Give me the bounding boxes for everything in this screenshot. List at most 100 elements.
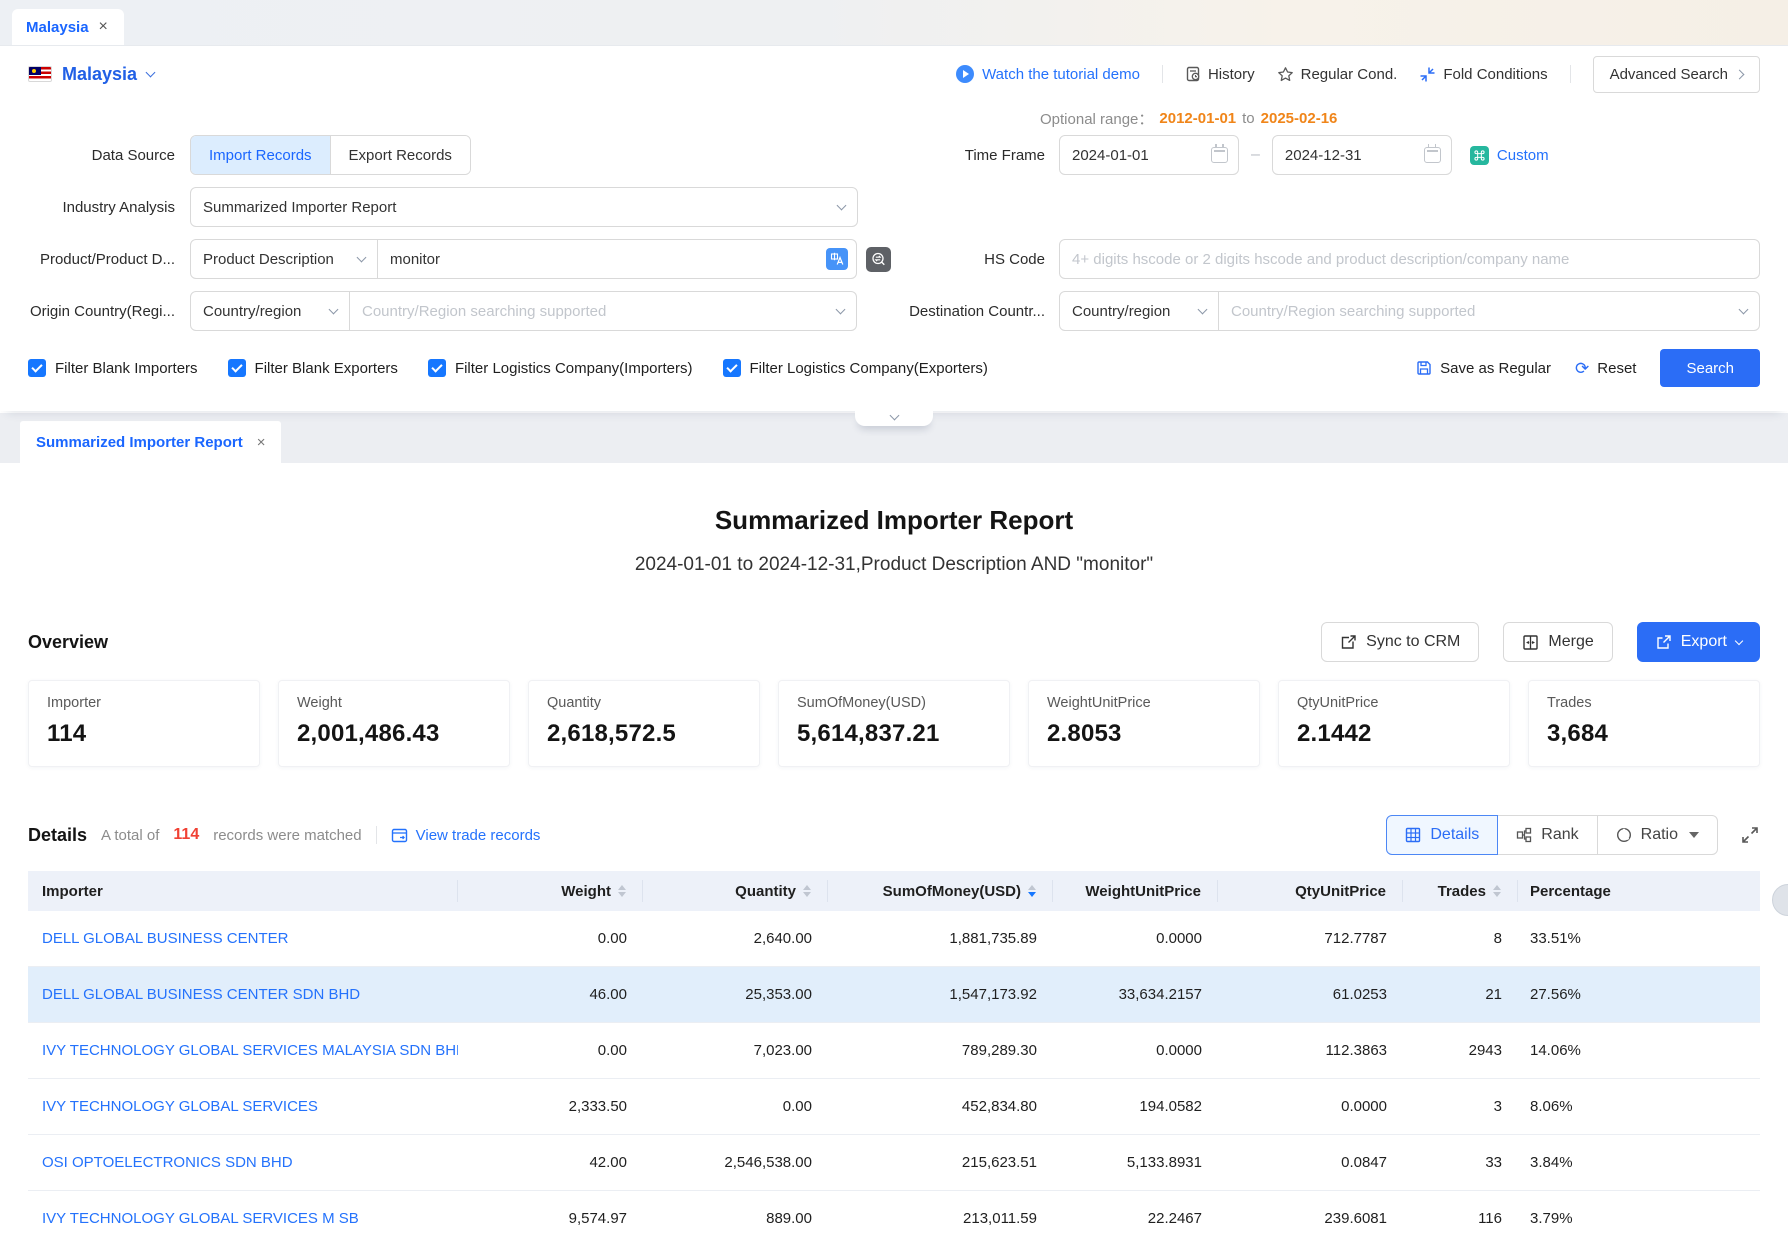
search-button[interactable]: Search <box>1660 349 1760 387</box>
custom-range-link[interactable]: Custom <box>1470 146 1549 165</box>
cell-qty-unit-price: 712.7787 <box>1218 930 1403 947</box>
importer-link[interactable]: IVY TECHNOLOGY GLOBAL SERVICES MALAYSIA … <box>42 1042 458 1059</box>
close-icon[interactable]: × <box>99 18 108 36</box>
import-records-tab[interactable]: Import Records <box>191 136 330 174</box>
sort-toggle[interactable] <box>618 885 626 897</box>
history-button[interactable]: History <box>1185 66 1255 83</box>
importer-link[interactable]: IVY TECHNOLOGY GLOBAL SERVICES M SB <box>42 1210 359 1227</box>
cell-qty-unit-price: 239.6081 <box>1218 1210 1403 1227</box>
stat-label: QtyUnitPrice <box>1297 695 1491 711</box>
rank-view-label: Rank <box>1541 826 1578 844</box>
save-as-regular-button[interactable]: Save as Regular <box>1416 360 1551 377</box>
col-header-qty-unit-price: QtyUnitPrice <box>1218 880 1403 902</box>
fullscreen-icon[interactable] <box>1740 825 1760 845</box>
view-trade-records-link[interactable]: View trade records <box>391 827 541 844</box>
rank-view-button[interactable]: Rank <box>1497 815 1597 855</box>
filter-blank-importers-checkbox[interactable]: Filter Blank Importers <box>28 359 198 377</box>
importer-link[interactable]: IVY TECHNOLOGY GLOBAL SERVICES <box>42 1098 318 1115</box>
col-header-percentage: Percentage <box>1518 880 1760 902</box>
header-bar: Malaysia Watch the tutorial demo History… <box>0 46 1788 102</box>
importer-link[interactable]: DELL GLOBAL BUSINESS CENTER SDN BHD <box>42 986 360 1003</box>
importer-link[interactable]: DELL GLOBAL BUSINESS CENTER <box>42 930 288 947</box>
destination-country-field[interactable] <box>1219 291 1760 331</box>
cell-weight-unit-price: 0.0000 <box>1053 930 1218 947</box>
hs-code-input[interactable] <box>1060 251 1759 268</box>
command-icon <box>1470 146 1489 165</box>
window-tab-malaysia[interactable]: Malaysia × <box>12 9 124 45</box>
chevron-down-icon <box>329 305 339 315</box>
report-tab[interactable]: Summarized Importer Report × <box>20 421 281 463</box>
importer-link[interactable]: OSI OPTOELECTRONICS SDN BHD <box>42 1154 293 1171</box>
fold-conditions-button[interactable]: Fold Conditions <box>1419 66 1547 83</box>
cell-trades: 33 <box>1403 1154 1518 1171</box>
cell-quantity: 889.00 <box>643 1210 828 1227</box>
view-trade-records-label: View trade records <box>416 827 541 844</box>
origin-country-field[interactable] <box>350 291 857 331</box>
cell-quantity: 2,546,538.00 <box>643 1154 828 1171</box>
merge-button[interactable]: Merge <box>1503 622 1612 662</box>
sort-toggle-active-desc[interactable] <box>1028 885 1036 897</box>
search-panel: Optional range： 2012-01-01 to 2025-02-16… <box>0 102 1788 411</box>
col-header-importer: Importer <box>28 880 458 902</box>
cell-qty-unit-price: 0.0847 <box>1218 1154 1403 1171</box>
date-to-field[interactable] <box>1272 135 1452 175</box>
chevron-down-icon <box>836 305 846 315</box>
cell-qty-unit-price: 112.3863 <box>1218 1042 1403 1059</box>
advanced-search-button[interactable]: Advanced Search <box>1593 56 1760 93</box>
product-type-select[interactable]: Product Description <box>190 239 378 279</box>
date-from-field[interactable] <box>1059 135 1239 175</box>
report-tab-label: Summarized Importer Report <box>36 434 243 451</box>
collapse-panel-handle[interactable] <box>855 410 933 426</box>
date-from-input[interactable] <box>1060 147 1211 164</box>
matched-count: 114 <box>173 826 199 844</box>
ratio-view-button[interactable]: Ratio <box>1597 815 1718 855</box>
cell-weight-unit-price: 194.0582 <box>1053 1098 1218 1115</box>
star-icon <box>1277 66 1294 83</box>
product-keyword-input[interactable] <box>378 251 826 268</box>
stat-value: 2,001,486.43 <box>297 720 491 748</box>
reset-button[interactable]: ⟳ Reset <box>1575 360 1636 377</box>
origin-country-type-select[interactable]: Country/region <box>190 291 350 331</box>
matched-suffix: records were matched <box>213 827 361 844</box>
time-frame-label: Time Frame <box>900 147 1045 164</box>
export-button[interactable]: Export <box>1637 622 1760 662</box>
cell-weight-unit-price: 0.0000 <box>1053 1042 1218 1059</box>
sort-toggle[interactable] <box>803 885 811 897</box>
filter-logistics-exporters-checkbox[interactable]: Filter Logistics Company(Exporters) <box>723 359 988 377</box>
regular-cond-button[interactable]: Regular Cond. <box>1277 66 1398 83</box>
cell-quantity: 7,023.00 <box>643 1042 828 1059</box>
hs-code-field[interactable] <box>1059 239 1760 279</box>
stat-value: 2.8053 <box>1047 720 1241 748</box>
details-section-title: Details <box>28 825 87 846</box>
country-selector[interactable]: Malaysia <box>28 64 154 85</box>
optional-range-to-word: to <box>1242 110 1255 127</box>
synonym-search-icon[interactable] <box>866 247 891 272</box>
table-row: IVY TECHNOLOGY GLOBAL SERVICES MALAYSIA … <box>28 1023 1760 1079</box>
origin-country-input[interactable] <box>350 303 837 320</box>
export-label: Export <box>1681 633 1727 651</box>
export-records-tab[interactable]: Export Records <box>330 136 470 174</box>
destination-country-input[interactable] <box>1219 303 1740 320</box>
calendar-icon <box>1211 147 1228 163</box>
sync-to-crm-button[interactable]: Sync to CRM <box>1321 622 1479 662</box>
industry-analysis-select[interactable]: Summarized Importer Report <box>190 187 858 227</box>
filter-logistics-importers-checkbox[interactable]: Filter Logistics Company(Importers) <box>428 359 693 377</box>
details-view-button[interactable]: Details <box>1386 815 1498 855</box>
tutorial-link[interactable]: Watch the tutorial demo <box>956 65 1140 83</box>
sync-icon <box>1340 634 1357 651</box>
data-source-segmented: Import Records Export Records <box>190 135 471 175</box>
date-to-input[interactable] <box>1273 147 1424 164</box>
cell-sum: 1,881,735.89 <box>828 930 1053 947</box>
product-keyword-field[interactable] <box>378 239 857 279</box>
cell-weight: 2,333.50 <box>458 1098 643 1115</box>
translate-icon[interactable] <box>826 248 848 270</box>
cell-sum: 213,011.59 <box>828 1210 1053 1227</box>
close-icon[interactable]: × <box>257 434 266 451</box>
cell-quantity: 2,640.00 <box>643 930 828 947</box>
sort-toggle[interactable] <box>1493 885 1501 897</box>
stat-card-trades: Trades 3,684 <box>1528 680 1760 767</box>
filter-blank-exporters-checkbox[interactable]: Filter Blank Exporters <box>228 359 398 377</box>
cell-percentage: 14.06% <box>1518 1042 1760 1059</box>
destination-country-type-select[interactable]: Country/region <box>1059 291 1219 331</box>
checkbox-checked-icon <box>428 359 446 377</box>
